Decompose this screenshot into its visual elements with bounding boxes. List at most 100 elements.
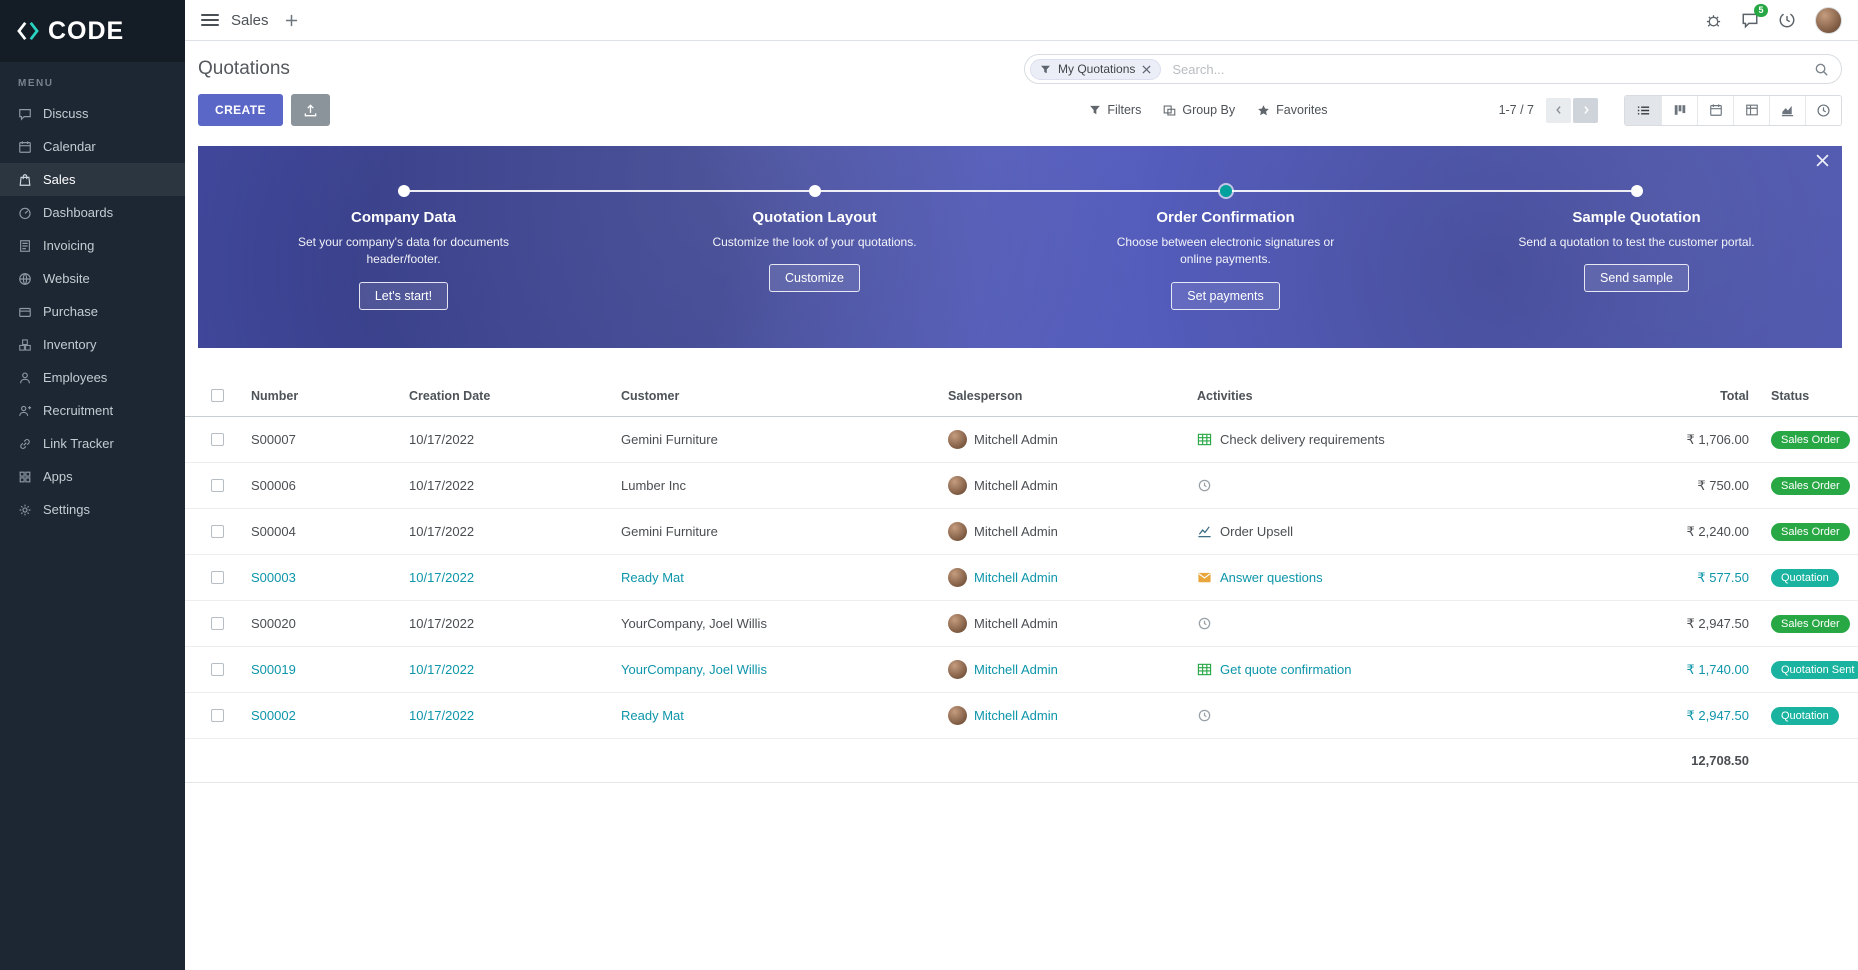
sidebar-item-employees[interactable]: Employees (0, 361, 185, 394)
column-header-number[interactable]: Number (251, 389, 409, 403)
graph-view-button[interactable] (1769, 96, 1805, 125)
topbar: Sales 5 (185, 0, 1858, 41)
user-avatar[interactable] (1815, 7, 1842, 34)
table-row[interactable]: S00002 10/17/2022 Ready Mat Mitchell Adm… (185, 693, 1858, 739)
salesperson-avatar (948, 476, 967, 495)
activities-clock-icon[interactable] (1778, 11, 1796, 29)
activity-view-icon (1816, 103, 1831, 118)
sidebar-item-inventory[interactable]: Inventory (0, 328, 185, 361)
control-bar-right: Filters Group By Favorites 1-7 / 7 (1078, 95, 1842, 126)
column-header-activities[interactable]: Activities (1197, 389, 1577, 403)
row-checkbox[interactable] (211, 525, 224, 538)
sidebar-item-apps[interactable]: Apps (0, 460, 185, 493)
row-checkbox[interactable] (211, 571, 224, 584)
customer-name: Gemini Furniture (621, 432, 948, 447)
settings-gear-icon (18, 503, 32, 517)
sidebar-item-label: Inventory (43, 337, 96, 352)
step-title: Quotation Layout (609, 209, 1020, 226)
column-header-total[interactable]: Total (1577, 389, 1757, 403)
sidebar-item-dashboards[interactable]: Dashboards (0, 196, 185, 229)
salesperson-name: Mitchell Admin (974, 478, 1058, 493)
activity-cell[interactable]: Get quote confirmation (1197, 662, 1577, 677)
sidebar-item-calendar[interactable]: Calendar (0, 130, 185, 163)
table-row[interactable]: S00019 10/17/2022 YourCompany, Joel Will… (185, 647, 1858, 693)
activity-cell[interactable] (1197, 708, 1577, 723)
search-facet[interactable]: My Quotations (1030, 59, 1161, 80)
pager-prev-button[interactable] (1546, 98, 1571, 123)
activity-cell[interactable] (1197, 478, 1577, 493)
search-icon[interactable] (1814, 62, 1829, 77)
sidebar-item-settings[interactable]: Settings (0, 493, 185, 526)
group-by-button[interactable]: Group By (1152, 97, 1246, 123)
row-checkbox[interactable] (211, 479, 224, 492)
row-checkbox[interactable] (211, 709, 224, 722)
column-header-salesperson[interactable]: Salesperson (948, 389, 1197, 403)
facet-remove-icon[interactable] (1142, 65, 1151, 74)
set-payments-button[interactable]: Set payments (1171, 282, 1279, 310)
favorites-button[interactable]: Favorites (1246, 97, 1338, 123)
table-row[interactable]: S00020 10/17/2022 YourCompany, Joel Will… (185, 601, 1858, 647)
sidebar-item-purchase[interactable]: Purchase (0, 295, 185, 328)
select-all-checkbox[interactable] (211, 389, 224, 402)
activity-cell[interactable]: Order Upsell (1197, 524, 1577, 539)
lets-start-button[interactable]: Let's start! (359, 282, 448, 310)
quotation-number: S00004 (251, 524, 409, 539)
messages-badge: 5 (1754, 4, 1768, 17)
column-header-creation-date[interactable]: Creation Date (409, 389, 621, 403)
activity-view-button[interactable] (1805, 96, 1841, 125)
salesperson-avatar (948, 706, 967, 725)
salesperson-cell: Mitchell Admin (948, 522, 1197, 541)
sidebar-item-discuss[interactable]: Discuss (0, 97, 185, 130)
sidebar-item-link-tracker[interactable]: Link Tracker (0, 427, 185, 460)
table-row[interactable]: S00003 10/17/2022 Ready Mat Mitchell Adm… (185, 555, 1858, 601)
sidebar-item-website[interactable]: Website (0, 262, 185, 295)
row-checkbox[interactable] (211, 433, 224, 446)
search-input[interactable] (1170, 61, 1814, 78)
row-checkbox[interactable] (211, 617, 224, 630)
onboarding-step-company-data: Company Data Set your company's data for… (198, 146, 609, 348)
facet-label: My Quotations (1058, 62, 1135, 76)
column-header-customer[interactable]: Customer (621, 389, 948, 403)
customer-name: Ready Mat (621, 708, 948, 723)
list-view-button[interactable] (1625, 96, 1661, 125)
customer-name: YourCompany, Joel Willis (621, 616, 948, 631)
table-row[interactable]: S00006 10/17/2022 Lumber Inc Mitchell Ad… (185, 463, 1858, 509)
sidebar-item-sales[interactable]: Sales (0, 163, 185, 196)
group-by-label: Group By (1182, 103, 1235, 117)
chevron-right-icon (1580, 104, 1592, 116)
search-bar[interactable]: My Quotations (1024, 54, 1842, 84)
table-row[interactable]: S00007 10/17/2022 Gemini Furniture Mitch… (185, 417, 1858, 463)
messages-icon[interactable]: 5 (1741, 11, 1759, 29)
salesperson-avatar (948, 430, 967, 449)
activity-cell[interactable]: Check delivery requirements (1197, 432, 1577, 447)
salesperson-cell: Mitchell Admin (948, 660, 1197, 679)
apps-grid-icon (18, 470, 32, 484)
table-row[interactable]: S00004 10/17/2022 Gemini Furniture Mitch… (185, 509, 1858, 555)
pager-range: 1-7 / 7 (1499, 103, 1534, 117)
send-sample-button[interactable]: Send sample (1584, 264, 1689, 292)
sales-icon (18, 173, 32, 187)
step-description: Customize the look of your quotations. (690, 234, 940, 251)
activity-cell[interactable]: Answer questions (1197, 570, 1577, 585)
activity-cell[interactable] (1197, 616, 1577, 631)
kanban-view-button[interactable] (1661, 96, 1697, 125)
sidebar-item-recruitment[interactable]: Recruitment (0, 394, 185, 427)
menu-section-label: MENU (0, 62, 185, 97)
row-checkbox[interactable] (211, 663, 224, 676)
hamburger-menu-icon[interactable] (201, 14, 219, 26)
calendar-view-button[interactable] (1697, 96, 1733, 125)
pivot-view-button[interactable] (1733, 96, 1769, 125)
quotation-number: S00019 (251, 662, 409, 677)
customize-button[interactable]: Customize (769, 264, 860, 292)
export-button[interactable] (291, 94, 330, 126)
sidebar-item-label: Invoicing (43, 238, 94, 253)
column-header-status[interactable]: Status (1757, 389, 1858, 403)
bug-icon[interactable] (1705, 12, 1722, 29)
create-button[interactable]: CREATE (198, 94, 283, 126)
filters-button[interactable]: Filters (1078, 97, 1152, 123)
brand-logo[interactable]: CODE (0, 0, 185, 62)
plus-icon[interactable] (285, 14, 298, 27)
step-title: Order Confirmation (1020, 209, 1431, 226)
sidebar-item-invoicing[interactable]: Invoicing (0, 229, 185, 262)
pager-next-button[interactable] (1573, 98, 1598, 123)
